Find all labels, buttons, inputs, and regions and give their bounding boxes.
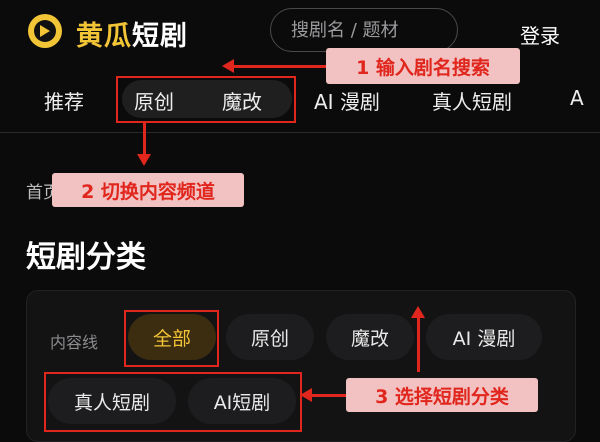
annotation-2-label: 2 切换内容频道	[52, 173, 244, 207]
annotation-3-arrow-left-line	[310, 394, 346, 397]
chip-remix[interactable]: 魔改	[326, 314, 414, 360]
logo-text-brand: 黄瓜	[76, 21, 132, 52]
annotation-3-label: 3 选择短剧分类	[346, 378, 538, 412]
annotation-3-arrow-up-line	[417, 316, 420, 372]
annotation-2-box	[116, 76, 296, 123]
tab-recommend[interactable]: 推荐	[44, 86, 84, 115]
annotation-1-label: 1 输入剧名搜索	[326, 48, 520, 84]
logo-text-suffix: 短剧	[132, 21, 188, 52]
annotation-3-box-row	[44, 372, 302, 432]
search-input[interactable]	[270, 8, 458, 52]
login-link[interactable]: 登录	[520, 20, 560, 49]
tab-overflow[interactable]: A	[570, 86, 584, 110]
tab-live-action[interactable]: 真人短剧	[432, 86, 512, 115]
annotation-1-arrow-line	[232, 65, 326, 68]
tab-ai-comic[interactable]: AI 漫剧	[314, 86, 380, 115]
filter-label: 内容线	[50, 333, 99, 352]
annotation-3-box-all	[124, 310, 219, 367]
channel-nav: 推荐 原创 魔改 AI 漫剧 真人短剧 A	[0, 76, 600, 133]
chip-ai-comic[interactable]: AI 漫剧	[426, 314, 542, 360]
logo-text[interactable]: 黄瓜短剧	[76, 14, 188, 53]
chip-original[interactable]: 原创	[226, 314, 314, 360]
annotation-2-arrow-line	[143, 123, 146, 156]
play-logo-icon[interactable]	[28, 14, 62, 48]
page-title: 短剧分类	[26, 240, 146, 275]
annotation-2-arrow-icon	[137, 154, 151, 166]
